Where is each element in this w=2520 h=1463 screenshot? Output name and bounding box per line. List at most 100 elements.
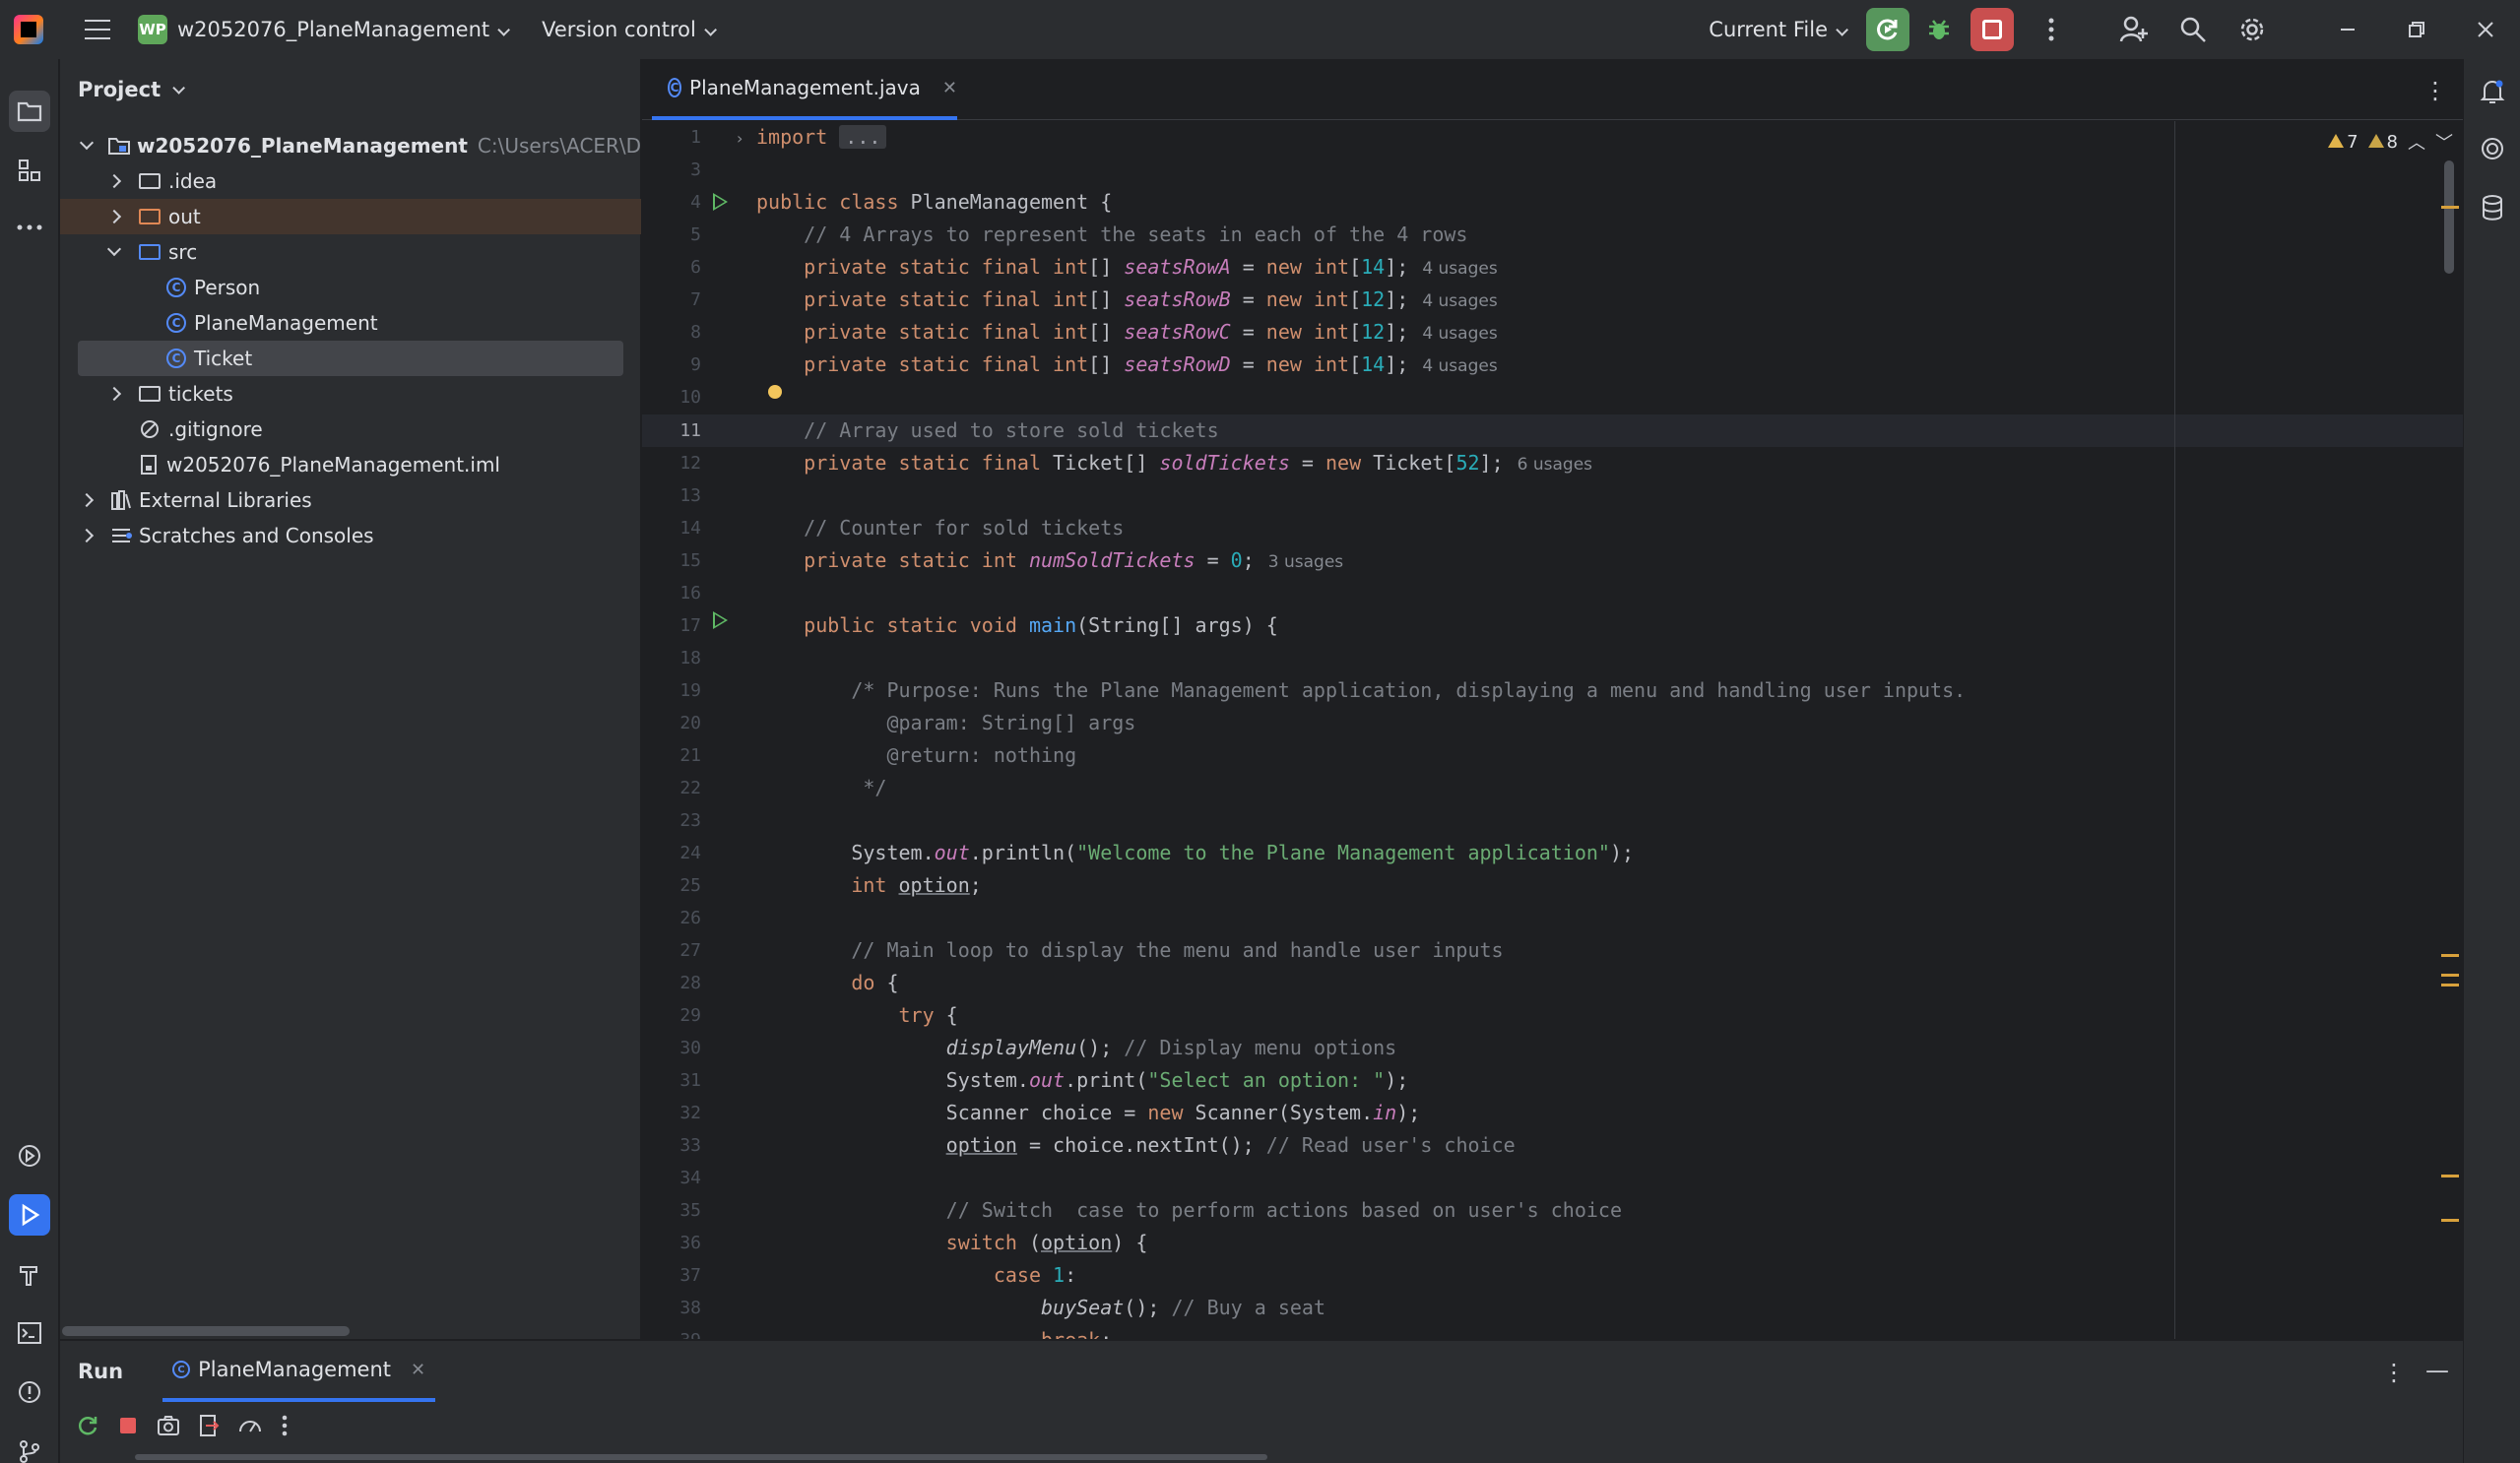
line-number: 16 bbox=[679, 583, 701, 604]
project-scrollbar[interactable] bbox=[62, 1326, 350, 1336]
code-line: // Switch case to perform actions based … bbox=[945, 1198, 1622, 1222]
tree-item-module[interactable]: w2052076_PlaneManagement C:\Users\ACER\D… bbox=[60, 128, 695, 163]
module-file-icon bbox=[141, 455, 157, 475]
tree-item-scratches[interactable]: Scratches and Consoles bbox=[60, 518, 641, 553]
tree-item-tickets[interactable]: tickets bbox=[60, 376, 641, 412]
fold-arrow-icon[interactable]: › bbox=[737, 129, 743, 148]
line-number: 37 bbox=[679, 1265, 701, 1286]
run-main-gutter-icon[interactable] bbox=[713, 611, 728, 629]
code-line: // Main loop to display the menu and han… bbox=[851, 938, 1504, 962]
run-console-scrollbar[interactable] bbox=[135, 1454, 1267, 1460]
error-stripe-mark[interactable] bbox=[2441, 206, 2459, 209]
line-number: 9 bbox=[690, 354, 701, 375]
tree-item-src[interactable]: src bbox=[60, 234, 641, 270]
close-icon bbox=[2478, 22, 2493, 37]
run-tab-planemanagement[interactable]: C PlaneManagement ✕ bbox=[162, 1341, 436, 1402]
error-stripe-mark[interactable] bbox=[2441, 974, 2459, 977]
run-tool-button[interactable] bbox=[9, 1194, 50, 1236]
error-stripe-mark[interactable] bbox=[2441, 954, 2459, 957]
terminal-tool-button[interactable] bbox=[9, 1312, 50, 1354]
project-panel-header[interactable]: Project bbox=[60, 59, 640, 120]
close-tab-icon[interactable]: ✕ bbox=[411, 1360, 425, 1380]
chevron-down-icon[interactable]: ﹀ bbox=[2435, 129, 2453, 155]
tree-item-gitignore[interactable]: .gitignore bbox=[60, 412, 641, 447]
chevron-right-icon bbox=[106, 173, 122, 189]
lightbulb-icon[interactable] bbox=[768, 385, 782, 399]
structure-tool-button[interactable] bbox=[9, 150, 50, 191]
editor-scrollbar[interactable] bbox=[2444, 160, 2454, 274]
chevron-down-icon bbox=[497, 24, 511, 36]
main-menu-icon[interactable] bbox=[85, 20, 110, 39]
run-options-icon[interactable]: ⋮ bbox=[2382, 1359, 2406, 1386]
line-number: 33 bbox=[679, 1135, 701, 1156]
search-icon bbox=[2180, 17, 2206, 42]
notifications-button[interactable] bbox=[2472, 71, 2513, 112]
tree-item-person[interactable]: C Person bbox=[60, 270, 641, 305]
services-tool-button[interactable] bbox=[9, 1135, 50, 1177]
line-number: 10 bbox=[679, 387, 701, 408]
stop-icon[interactable] bbox=[117, 1415, 139, 1436]
search-everywhere-button[interactable] bbox=[2171, 8, 2215, 51]
close-window-button[interactable] bbox=[2451, 0, 2520, 59]
database-button[interactable] bbox=[2472, 187, 2513, 228]
tree-item-planemanagement[interactable]: C PlaneManagement bbox=[60, 305, 641, 341]
rerun-button[interactable] bbox=[1866, 8, 1909, 51]
selection-highlight bbox=[78, 341, 623, 376]
code-line: case 1: bbox=[993, 1263, 1077, 1287]
warning-icon bbox=[2328, 133, 2345, 148]
build-tool-button[interactable] bbox=[9, 1253, 50, 1295]
code-line: // 4 Arrays to represent the seats in ea… bbox=[804, 223, 1468, 246]
error-stripe-mark[interactable] bbox=[2441, 984, 2459, 986]
tree-item-iml[interactable]: w2052076_PlaneManagement.iml bbox=[60, 447, 641, 482]
restore-button[interactable] bbox=[2382, 0, 2451, 59]
line-number: 6 bbox=[690, 257, 701, 278]
tab-options-icon[interactable]: ⋮ bbox=[2423, 77, 2447, 104]
more-vertical-icon[interactable] bbox=[281, 1414, 289, 1437]
code-line: @return: nothing bbox=[756, 743, 1077, 767]
tree-item-ticket[interactable]: C Ticket bbox=[60, 341, 641, 376]
tree-item-label: .gitignore bbox=[168, 417, 263, 441]
more-actions-button[interactable] bbox=[2030, 8, 2073, 51]
git-tool-button[interactable] bbox=[9, 1431, 50, 1463]
code-with-me-button[interactable] bbox=[2112, 8, 2156, 51]
stop-button[interactable] bbox=[1971, 8, 2014, 51]
more-tools-button[interactable] bbox=[9, 207, 50, 248]
hide-panel-icon[interactable]: — bbox=[2425, 1357, 2449, 1384]
camera-icon[interactable] bbox=[157, 1415, 180, 1436]
chevron-down-icon bbox=[79, 135, 95, 151]
tree-item-out[interactable]: out bbox=[60, 199, 641, 234]
chevron-up-icon[interactable]: ︿ bbox=[2408, 129, 2425, 155]
settings-button[interactable] bbox=[2230, 8, 2274, 51]
project-tool-button[interactable] bbox=[9, 91, 50, 132]
debug-button[interactable] bbox=[1917, 8, 1961, 51]
gear-icon bbox=[2240, 18, 2264, 41]
code-line: /* Purpose: Runs the Plane Management ap… bbox=[851, 678, 1967, 702]
line-number: 4 bbox=[690, 192, 701, 213]
code-line: private static final int[] seatsRowC = n… bbox=[804, 320, 1498, 344]
version-control-menu[interactable]: Version control bbox=[542, 18, 717, 41]
exit-icon[interactable] bbox=[198, 1414, 220, 1437]
folder-icon bbox=[139, 173, 161, 189]
tree-item-external-libraries[interactable]: External Libraries bbox=[60, 482, 641, 518]
project-badge: WP bbox=[138, 15, 167, 44]
tab-label: PlaneManagement.java bbox=[689, 76, 921, 99]
error-stripe-mark[interactable] bbox=[2441, 1219, 2459, 1222]
project-switcher[interactable]: w2052076_PlaneManagement bbox=[177, 18, 511, 41]
inspection-widget[interactable]: 7 8 ︿ ﹀ bbox=[2328, 129, 2453, 155]
line-number: 29 bbox=[679, 1005, 701, 1026]
problems-tool-button[interactable] bbox=[9, 1371, 50, 1413]
code-line: private static final int[] seatsRowB = n… bbox=[804, 287, 1498, 311]
code-editor[interactable]: 7 8 ︿ ﹀ 1 3 4 5 6 7 8 9 10 11 12 13 14 1… bbox=[642, 121, 2463, 1339]
code-line: break; bbox=[756, 1324, 1112, 1339]
code-line: import ... bbox=[756, 121, 887, 154]
error-stripe-mark[interactable] bbox=[2441, 1175, 2459, 1177]
ai-assistant-button[interactable] bbox=[2472, 128, 2513, 169]
rerun-icon[interactable] bbox=[76, 1414, 99, 1437]
run-config-selector[interactable]: Current File bbox=[1709, 18, 1848, 41]
profiler-icon[interactable] bbox=[237, 1414, 263, 1437]
run-class-gutter-icon[interactable] bbox=[713, 193, 728, 211]
tree-item-idea[interactable]: .idea bbox=[60, 163, 641, 199]
minimize-button[interactable] bbox=[2313, 0, 2382, 59]
close-tab-icon[interactable]: ✕ bbox=[942, 78, 957, 98]
tab-planemanagement-java[interactable]: C PlaneManagement.java ✕ bbox=[652, 59, 957, 120]
